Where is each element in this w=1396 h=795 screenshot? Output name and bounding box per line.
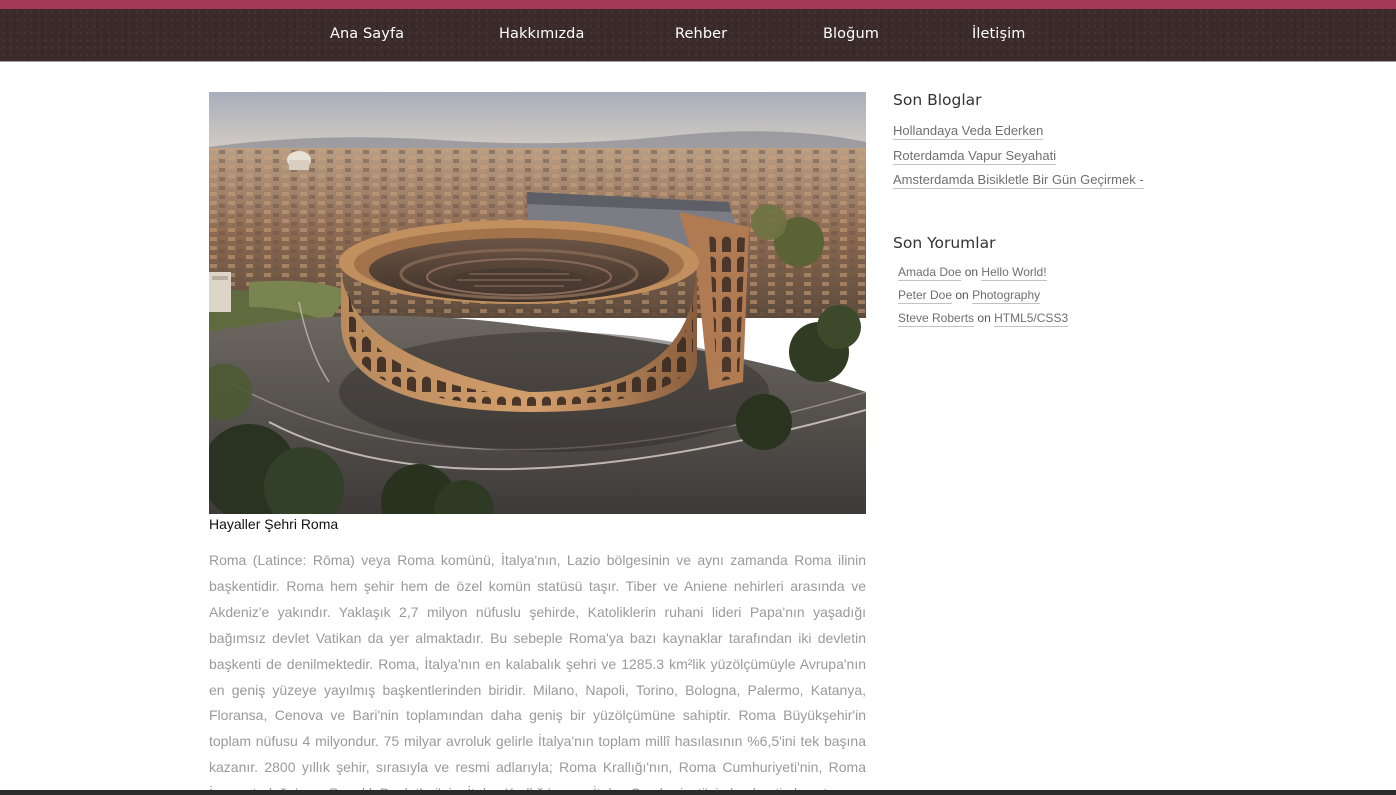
list-item: Hollandaya Veda Ederken [893,122,1144,147]
comment-separator: on [964,265,979,279]
recent-post-link[interactable]: Hollandaya Veda Ederken [893,123,1044,140]
recent-comments-list: Amada Doe on Hello World! Peter Doe on P… [898,265,1069,334]
comment-post-link[interactable]: HTML5/CSS3 [994,311,1069,327]
recent-posts-list: Hollandaya Veda Ederken Roterdamda Vapur… [893,122,1144,196]
article-body: Roma (Latince: Rōma) veya Roma komünü, İ… [209,552,866,795]
comment-separator: on [977,311,991,325]
image-caption: Hayaller Şehri Roma [209,516,339,532]
recent-post-link[interactable]: Amsterdamda Bisikletle Bir Gün Geçirmek … [893,172,1144,189]
top-accent-stripe [0,0,1396,9]
list-item: Roterdamda Vapur Seyahati [893,147,1144,172]
nav-item-about[interactable]: Hakkımızda [499,26,584,42]
main-navigation: Ana Sayfa Hakkımızda Rehber Bloğum İleti… [0,9,1396,62]
colosseum-photo [209,92,866,514]
list-item: Peter Doe on Photography [898,288,1068,311]
list-item: Steve Roberts on HTML5/CSS3 [898,311,1069,334]
comment-author-link[interactable]: Peter Doe [898,288,953,304]
page: Ana Sayfa Hakkımızda Rehber Bloğum İleti… [0,0,1396,795]
comment-author-link[interactable]: Amada Doe [898,265,962,281]
nav-item-guide[interactable]: Rehber [675,26,727,42]
nav-item-home[interactable]: Ana Sayfa [330,26,404,42]
list-item: Amsterdamda Bisikletle Bir Gün Geçirmek … [893,171,1144,196]
list-item: Amada Doe on Hello World! [898,265,1068,288]
nav-item-contact[interactable]: İletişim [972,26,1025,42]
comment-author-link[interactable]: Steve Roberts [898,311,975,327]
recent-comments-heading: Son Yorumlar [893,234,996,252]
recent-post-link[interactable]: Roterdamda Vapur Seyahati [893,148,1057,165]
window-bottom-edge [0,790,1396,795]
comment-post-link[interactable]: Hello World! [981,265,1047,281]
recent-posts-heading: Son Bloglar [893,91,982,109]
nav-item-blog[interactable]: Bloğum [823,26,879,42]
comment-separator: on [955,288,969,302]
comment-post-link[interactable]: Photography [972,288,1041,304]
